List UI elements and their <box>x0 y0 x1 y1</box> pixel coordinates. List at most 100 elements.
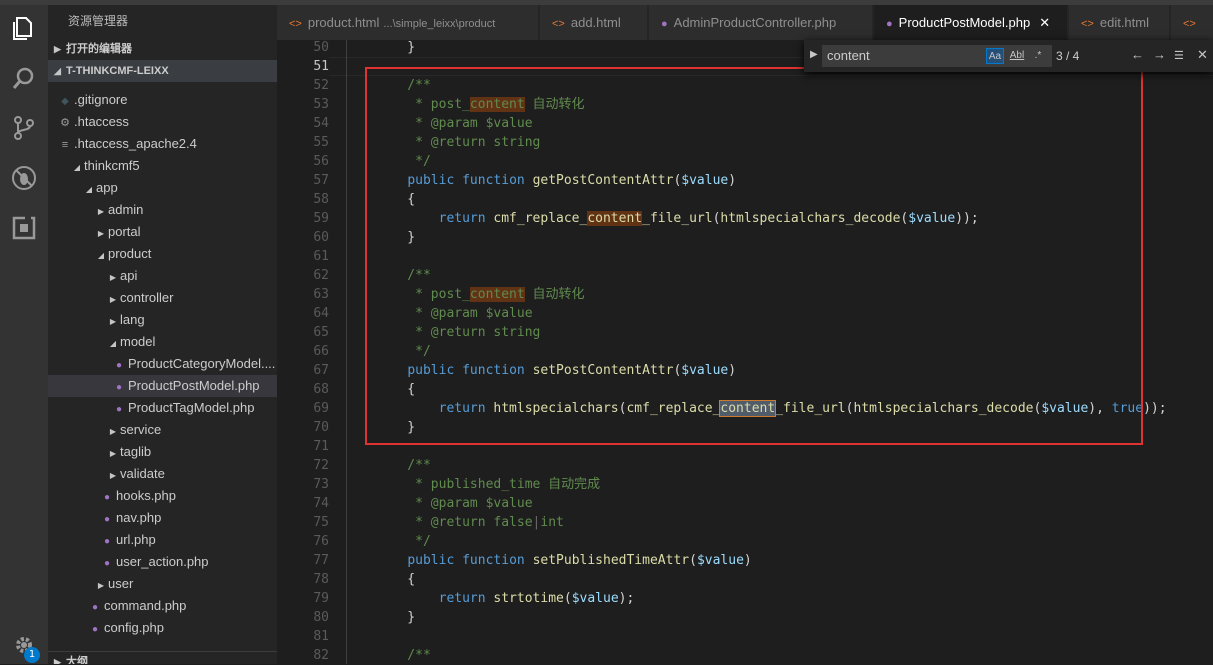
tree-item[interactable]: ● url.php <box>48 529 277 551</box>
tree-item[interactable]: ▶ admin <box>48 199 277 221</box>
tab[interactable]: <> add.html <box>540 5 648 40</box>
tab[interactable]: <> edit.html <box>1069 5 1170 40</box>
tree-item[interactable]: ● nav.php <box>48 507 277 529</box>
line-number: 61 <box>313 249 329 264</box>
tree-item[interactable]: ◆ .gitignore <box>48 89 277 111</box>
code-token: * @return string <box>376 135 541 150</box>
workspace-root-header[interactable]: ◢ T-THINKCMF-LEIXX <box>48 60 277 82</box>
tree-item[interactable]: ▶ portal <box>48 221 277 243</box>
code-token: $value <box>696 553 744 568</box>
chevron-right-icon[interactable]: ▶ <box>106 289 120 309</box>
tree-item[interactable]: ● command.php <box>48 595 277 617</box>
code-token: * published_time 自动完成 <box>376 477 601 492</box>
line-number: 59 <box>313 211 329 226</box>
chevron-right-icon[interactable]: ▶ <box>94 201 108 221</box>
extensions-icon[interactable] <box>0 208 48 248</box>
close-tab-icon[interactable]: ✕ <box>1039 15 1050 30</box>
line-number: 75 <box>313 515 329 530</box>
line-number: 65 <box>313 325 329 340</box>
open-editors-label: 打开的编辑器 <box>66 43 132 55</box>
chevron-right-icon[interactable]: ▶ <box>106 311 120 331</box>
code-token: htmlspecialchars_decode <box>853 401 1034 416</box>
tab[interactable]: ● AdminProductController.php <box>649 5 873 40</box>
tab[interactable]: <> <box>1171 5 1213 40</box>
tab-active[interactable]: ● ProductPostModel.php ✕ <box>874 5 1068 40</box>
line-number: 81 <box>313 629 329 644</box>
find-in-selection-icon[interactable]: ☰ <box>1174 49 1184 62</box>
settings-gear-icon[interactable] <box>0 625 48 665</box>
tree-item[interactable]: ◢ app <box>48 177 277 199</box>
code-token: * @param <box>376 496 486 511</box>
tab-label: product.html <box>307 15 380 30</box>
tree-item[interactable]: ⚙ .htaccess <box>48 111 277 133</box>
explorer-icon[interactable] <box>0 8 48 48</box>
code-token: content <box>719 400 777 417</box>
whole-word-toggle[interactable]: Abl <box>1008 48 1026 64</box>
tree-item[interactable]: ▶ user <box>48 573 277 595</box>
tree-item[interactable]: ● user_action.php <box>48 551 277 573</box>
chevron-right-icon[interactable]: ▶ <box>106 465 120 485</box>
chevron-right-icon[interactable]: ▶ <box>94 575 108 595</box>
chevron-right-icon[interactable]: ▶ <box>106 267 120 287</box>
regex-toggle[interactable]: .* <box>1031 48 1045 64</box>
toggle-replace-icon[interactable]: ▶ <box>810 49 818 60</box>
line-number: 82 <box>313 648 329 663</box>
match-case-toggle[interactable]: Aa <box>986 48 1004 64</box>
html-file-icon: <> <box>1183 18 1196 30</box>
close-find-icon[interactable]: ✕ <box>1197 47 1208 63</box>
source-control-icon[interactable] <box>0 108 48 148</box>
tree-item[interactable]: ◢ thinkcmf5 <box>48 155 277 177</box>
tree-item[interactable]: ● ProductTagModel.php <box>48 397 277 419</box>
tree-item[interactable]: ◢ product <box>48 243 277 265</box>
tree-item[interactable]: ≡ .htaccess_apache2.4 <box>48 133 277 155</box>
code-line: */ <box>376 152 431 171</box>
line-number: 51 <box>313 59 329 74</box>
tree-item[interactable]: ▶ lang <box>48 309 277 331</box>
code-line: return htmlspecialchars(cmf_replace_cont… <box>376 399 1167 418</box>
code-token: } <box>376 40 416 55</box>
code-token: * @return false <box>376 515 533 530</box>
code-token: public <box>407 553 455 568</box>
code-token: ( <box>689 553 697 568</box>
code-line: /** <box>376 456 431 475</box>
tree-item[interactable]: ◢ model <box>48 331 277 353</box>
tab-path: ...\simple_leixx\product <box>383 18 496 30</box>
chevron-right-icon[interactable]: ▶ <box>94 223 108 243</box>
tree-item-label: .htaccess <box>74 114 129 129</box>
chevron-down-icon[interactable]: ◢ <box>94 245 108 265</box>
tree-item[interactable]: ● ProductPostModel.php <box>48 375 277 397</box>
previous-match-icon[interactable]: ← <box>1131 47 1144 62</box>
tree-item-label: lang <box>120 312 145 327</box>
tree-item[interactable]: ▶ service <box>48 419 277 441</box>
chevron-down-icon[interactable]: ◢ <box>82 179 96 199</box>
open-editors-header[interactable]: ▶ 打开的编辑器 <box>48 38 277 60</box>
tree-item[interactable]: ▶ validate <box>48 463 277 485</box>
chevron-right-icon[interactable]: ▶ <box>106 443 120 463</box>
tree-item[interactable]: ● ProductCategoryModel.... <box>48 353 277 375</box>
explorer-title: 资源管理器 <box>68 14 129 28</box>
tree-item-label: user_action.php <box>116 554 209 569</box>
tree-item[interactable]: ▶ controller <box>48 287 277 309</box>
tab-label: edit.html <box>1099 15 1149 30</box>
chevron-right-icon[interactable]: ▶ <box>106 421 120 441</box>
code-token: content <box>469 97 525 112</box>
outline-header[interactable]: ▶ 大纲 <box>48 651 277 664</box>
tree-item[interactable]: ▶ api <box>48 265 277 287</box>
line-number: 71 <box>313 439 329 454</box>
debug-icon[interactable] <box>0 158 48 198</box>
line-number: 56 <box>313 154 329 169</box>
search-icon[interactable] <box>0 58 48 98</box>
next-match-icon[interactable]: → <box>1153 47 1166 62</box>
chevron-down-icon[interactable]: ◢ <box>106 333 120 353</box>
tree-item[interactable]: ▶ taglib <box>48 441 277 463</box>
html-file-icon: <> <box>1081 18 1094 30</box>
tab[interactable]: <> product.html ...\simple_leixx\product <box>277 5 539 40</box>
tree-item-label: controller <box>120 290 174 305</box>
code-line: return cmf_replace_content_file_url(html… <box>376 209 979 228</box>
code-editor[interactable]: 50 51 52 53 54 55 56 57 58 59 60 61 62 63 64 65 66 67 68 69… <box>277 40 1213 664</box>
code-token: function <box>462 553 525 568</box>
chevron-down-icon[interactable]: ◢ <box>70 157 84 177</box>
tree-item[interactable]: ● hooks.php <box>48 485 277 507</box>
tree-item[interactable]: ● config.php <box>48 617 277 639</box>
